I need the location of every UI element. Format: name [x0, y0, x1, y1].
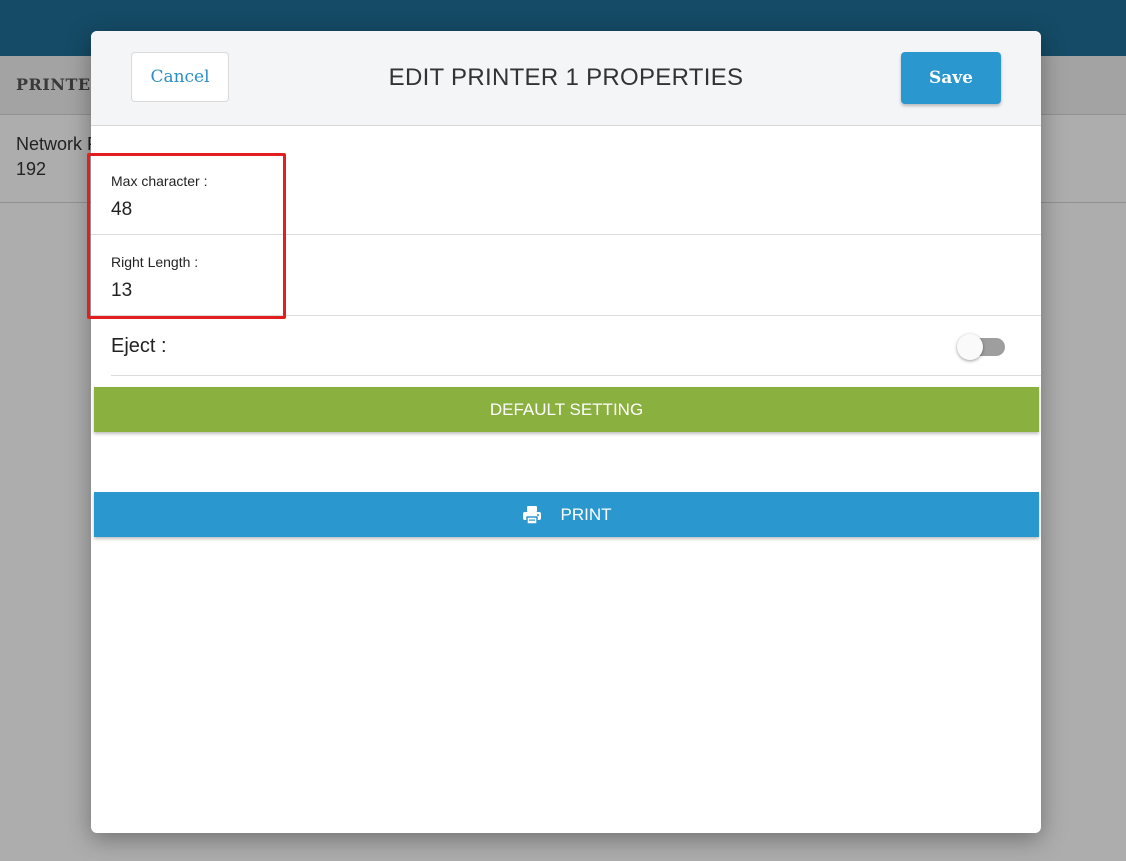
eject-toggle[interactable]	[957, 334, 1005, 360]
printer-icon	[522, 505, 541, 525]
print-label: PRINT	[560, 504, 612, 524]
eject-row: Eject :	[111, 317, 1041, 376]
eject-label: Eject :	[111, 335, 167, 357]
print-button[interactable]: PRINT	[94, 492, 1039, 537]
dialog-header: EDIT PRINTER 1 PROPERTIES Cancel Save	[91, 31, 1041, 126]
default-setting-button[interactable]: DEFAULT SETTING	[94, 387, 1039, 432]
edit-printer-dialog: EDIT PRINTER 1 PROPERTIES Cancel Save Ma…	[91, 31, 1041, 833]
default-setting-label: DEFAULT SETTING	[489, 399, 644, 419]
cancel-button[interactable]: Cancel	[131, 52, 229, 102]
highlight-annotation	[87, 153, 286, 319]
save-button[interactable]: Save	[901, 52, 1001, 104]
dialog-title: EDIT PRINTER 1 PROPERTIES	[388, 64, 744, 91]
eject-toggle-knob[interactable]	[957, 334, 983, 360]
